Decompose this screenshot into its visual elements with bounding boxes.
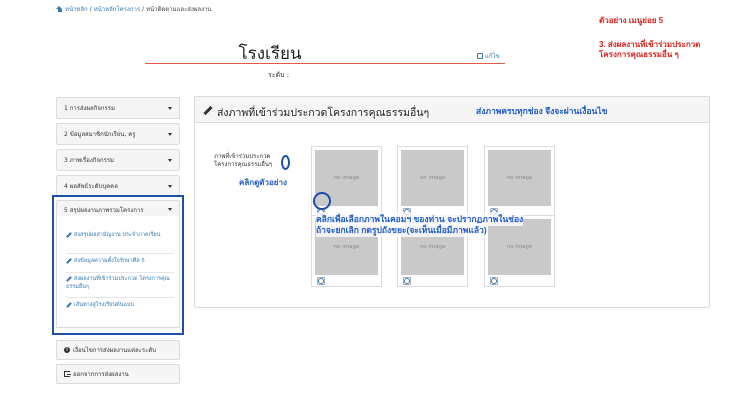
info-icon: ! bbox=[64, 347, 70, 353]
annotation-example-title: ตัวอย่าง เมนูย่อย 5 bbox=[599, 16, 664, 25]
caret-down-icon bbox=[168, 158, 172, 162]
caret-down-icon bbox=[168, 132, 172, 136]
breadcrumb-project-home[interactable]: หน้าหลักโครงการ bbox=[94, 4, 140, 14]
sidebar-item-2[interactable]: 2 ข้อมูลสมาชิกนักเรียน, ครู bbox=[56, 123, 180, 145]
annotation-example-desc-2: โครงการคุณธรรมอื่น ๆ bbox=[599, 50, 679, 59]
sidebar-item-1[interactable]: 1 การส่งผลกิจกรรม bbox=[56, 97, 180, 119]
annotation-complete-note: ส่งภาพครบทุกช่อง จึงจะผ่านเงื่อนไข bbox=[476, 106, 608, 116]
conditions-button[interactable]: ! เงื่อนไขการส่งผลงานแต่ละระดับ bbox=[56, 340, 180, 360]
highlight-box bbox=[52, 195, 184, 335]
sign-out-icon bbox=[64, 371, 71, 377]
edit-icon bbox=[477, 53, 483, 59]
header-divider bbox=[145, 63, 505, 64]
logout-button[interactable]: ออกจากการส่งผลงาน bbox=[56, 364, 180, 384]
sidebar-item-3[interactable]: 3 ภาพเรื่องกิจกรรม bbox=[56, 149, 180, 171]
edit-link[interactable]: แก้ไข bbox=[477, 51, 500, 61]
upload-icon[interactable] bbox=[490, 277, 498, 285]
breadcrumb-current: หน้าติดตามและส่งผลงาน bbox=[146, 6, 212, 13]
breadcrumb: หน้าหลัก / หน้าหลักโครงการ / หน้าติดตามแ… bbox=[56, 4, 211, 14]
pencil-icon bbox=[203, 105, 213, 116]
panel-header: ส่งภาพที่เข้าร่วมประกวดโครงการคุณธรรมอื่… bbox=[195, 97, 709, 123]
level-label: ระดับ : bbox=[268, 71, 290, 79]
annotation-example-note: คลิกดูตัวอย่าง bbox=[239, 178, 287, 187]
image-placeholder: no image bbox=[488, 219, 551, 275]
upload-icon[interactable] bbox=[403, 277, 411, 285]
panel-title: ส่งภาพที่เข้าร่วมประกวดโครงการคุณธรรมอื่… bbox=[217, 107, 430, 119]
sidebar-item-4[interactable]: 4 ผลลัพธ์ระดับบุคคล bbox=[56, 175, 180, 197]
image-placeholder: no image bbox=[488, 150, 551, 206]
caret-down-icon bbox=[168, 184, 172, 188]
annotation-upload-note-2: ถ้าจะยกเลิก กดรูปถังขยะ(จะเห็นเมื่อมีภาพ… bbox=[316, 223, 487, 237]
image-slot-2[interactable]: no image bbox=[397, 146, 468, 218]
upload-circle-mark bbox=[313, 192, 331, 210]
caret-down-icon bbox=[168, 106, 172, 110]
breadcrumb-home[interactable]: หน้าหลัก bbox=[65, 4, 88, 14]
image-placeholder: no image bbox=[401, 150, 464, 206]
image-slot-3[interactable]: no image bbox=[484, 146, 555, 218]
home-icon[interactable] bbox=[56, 6, 63, 12]
field-label: ภาพที่เข้าร่วมประกวดโครงการคุณธรรมอื่นๆ bbox=[214, 153, 273, 168]
upload-icon[interactable] bbox=[317, 277, 325, 285]
example-circle-mark bbox=[281, 155, 290, 170]
